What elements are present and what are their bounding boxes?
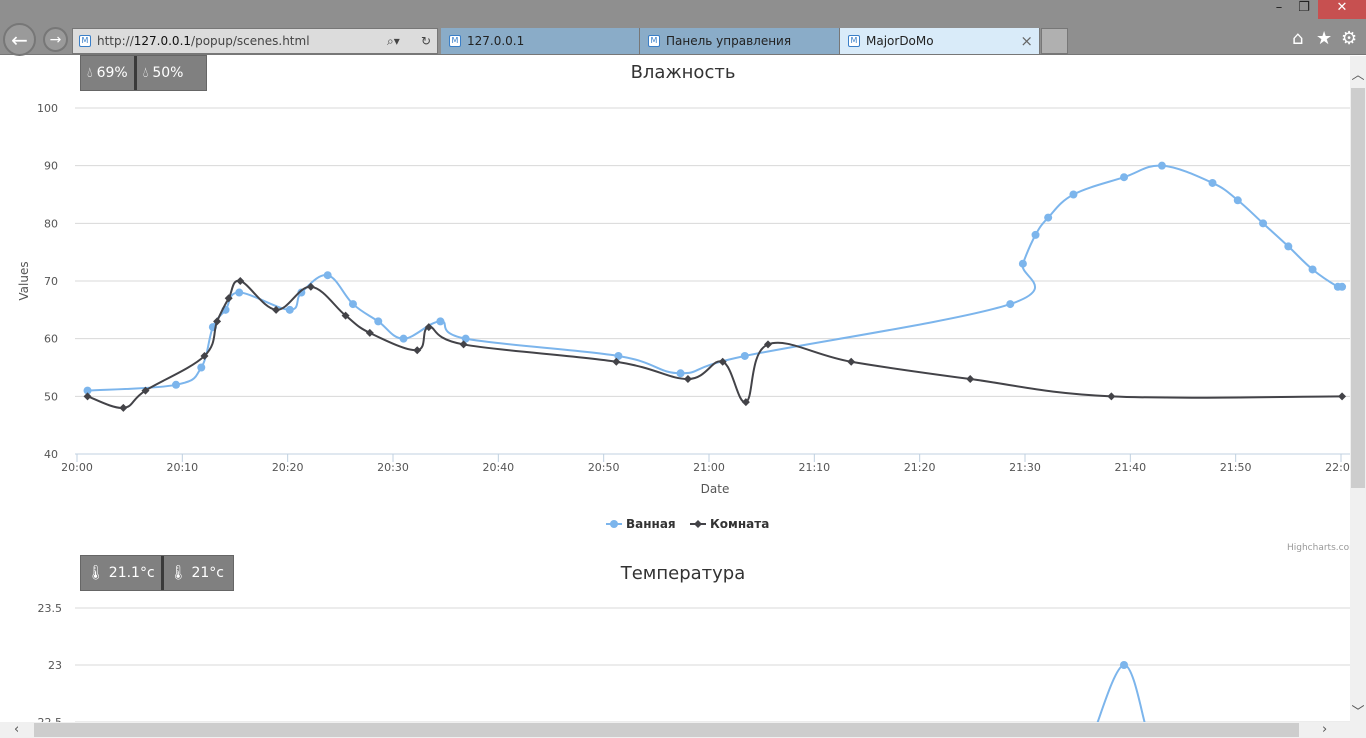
data-point xyxy=(83,392,92,401)
scroll-up-arrow[interactable]: ︿ xyxy=(1350,56,1366,86)
data-point xyxy=(847,357,856,366)
scroll-thumb[interactable] xyxy=(34,723,1299,737)
x-tick-label: 21:40 xyxy=(1114,461,1146,474)
data-point xyxy=(119,403,128,412)
y-tick-label: 80 xyxy=(44,217,58,230)
y-axis-title: Values xyxy=(17,261,31,300)
data-point xyxy=(1006,300,1015,309)
data-point xyxy=(763,340,772,349)
y-tick-label: 40 xyxy=(44,448,58,461)
x-tick-label: 20:40 xyxy=(482,461,514,474)
data-point xyxy=(740,351,749,360)
x-tick-label: 21:30 xyxy=(1009,461,1041,474)
x-tick-label: 20:10 xyxy=(166,461,198,474)
data-point xyxy=(1107,392,1116,401)
data-point xyxy=(1031,230,1040,239)
y-tick-label: 60 xyxy=(44,333,58,346)
data-point xyxy=(1018,259,1027,268)
x-tick-label: 21:10 xyxy=(798,461,830,474)
data-point xyxy=(1284,242,1293,251)
scroll-right-arrow[interactable]: › xyxy=(1322,722,1327,737)
legend-item-bathroom[interactable]: Ванная xyxy=(606,517,676,531)
data-point xyxy=(374,317,383,326)
x-tick-label: 22:00 xyxy=(1325,461,1350,474)
legend-label: Комната xyxy=(710,517,769,531)
data-point xyxy=(197,363,206,372)
series-line-bathroom xyxy=(1096,664,1146,722)
data-point xyxy=(1208,178,1217,187)
data-point xyxy=(1120,173,1129,182)
data-point xyxy=(236,277,245,285)
x-tick-label: 21:20 xyxy=(904,461,936,474)
scroll-thumb[interactable] xyxy=(1351,88,1365,488)
x-tick-label: 21:50 xyxy=(1220,461,1252,474)
data-point xyxy=(1308,265,1317,274)
data-point xyxy=(436,317,445,326)
data-point xyxy=(1120,661,1129,669)
data-point xyxy=(306,282,315,291)
series-line-room xyxy=(87,279,1343,409)
x-tick-label: 20:20 xyxy=(272,461,304,474)
legend-item-room[interactable]: Комната xyxy=(690,517,769,531)
x-tick-label: 21:00 xyxy=(693,461,725,474)
horizontal-scrollbar[interactable]: ‹ › xyxy=(0,722,1366,738)
y-tick-label: 23 xyxy=(48,659,62,672)
x-tick-label: 20:50 xyxy=(588,461,620,474)
data-point xyxy=(399,334,408,343)
data-point xyxy=(172,380,181,389)
data-point xyxy=(323,271,332,280)
data-point xyxy=(1338,392,1347,401)
y-tick-label: 23.5 xyxy=(38,602,63,615)
data-point xyxy=(1044,213,1053,222)
x-axis-title: Date xyxy=(701,482,730,496)
data-point xyxy=(1338,282,1347,291)
data-point xyxy=(683,375,692,384)
data-point xyxy=(1069,190,1078,199)
data-point xyxy=(285,305,294,314)
x-tick-label: 20:00 xyxy=(61,461,93,474)
data-point xyxy=(348,300,357,309)
data-point xyxy=(1259,219,1268,228)
data-point xyxy=(1233,196,1242,205)
x-tick-label: 20:30 xyxy=(377,461,409,474)
series-line-bathroom xyxy=(87,164,1343,392)
data-point xyxy=(676,369,685,378)
highcharts-credits[interactable]: Highcharts.com xyxy=(1287,543,1350,553)
data-point xyxy=(413,346,422,355)
legend-label: Ванная xyxy=(626,517,676,531)
data-point xyxy=(365,328,374,337)
scroll-down-arrow[interactable]: ﹀ xyxy=(1350,701,1366,720)
data-point xyxy=(235,288,244,297)
humidity-chart: 40 50 60 70 80 90 100 20:00 20:10 20:20 20:30 20:40… xyxy=(17,102,1350,722)
data-point xyxy=(1157,161,1166,170)
y-tick-label: 90 xyxy=(44,160,58,173)
scroll-left-arrow[interactable]: ‹ xyxy=(14,722,19,737)
data-point xyxy=(966,375,975,384)
legend: Ванная Комната xyxy=(606,517,769,531)
y-tick-label: 100 xyxy=(37,102,58,115)
y-tick-label: 70 xyxy=(44,275,58,288)
y-tick-label: 50 xyxy=(44,390,58,403)
vertical-scrollbar[interactable]: ︿ ﹀ xyxy=(1350,56,1366,722)
